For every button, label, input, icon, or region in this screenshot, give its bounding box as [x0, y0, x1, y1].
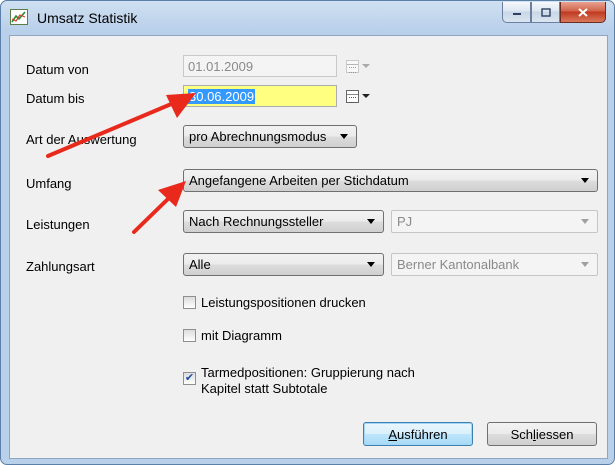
- minimize-icon: [512, 13, 521, 15]
- calendar-icon: [346, 89, 359, 103]
- zahlungsart-secondary-dropdown: Berner Kantonalbank: [391, 253, 598, 276]
- title-bar[interactable]: Umsatz Statistik: [1, 1, 614, 35]
- ausfuehren-label: usführen: [397, 427, 448, 442]
- diagramm-label: mit Diagramm: [201, 328, 282, 343]
- maximize-button[interactable]: [531, 2, 560, 23]
- checkbox-box[interactable]: [183, 296, 196, 309]
- dropdown-arrow-icon: [581, 219, 589, 224]
- dropdown-arrow-icon: [362, 94, 370, 98]
- leistungspositionen-checkbox[interactable]: Leistungspositionen drucken: [183, 295, 366, 310]
- schliessen-label-pre: Sch: [510, 427, 533, 442]
- tarmed-label-line1: Tarmedpositionen: Gruppierung nach: [201, 365, 415, 380]
- ausfuehren-accel: A: [388, 427, 398, 442]
- tarmed-checkbox[interactable]: ✔ Tarmedpositionen: Gruppierung nach Kap…: [183, 365, 415, 397]
- close-icon: [578, 7, 588, 17]
- dialog-content: Datum von 01.01.2009 Datum bis 30.06.200…: [9, 35, 608, 459]
- zahlungsart-value: Alle: [189, 257, 211, 272]
- close-button[interactable]: [560, 2, 606, 23]
- window-title: Umsatz Statistik: [37, 10, 138, 26]
- dropdown-arrow-icon: [367, 262, 375, 267]
- umfang-value: Angefangene Arbeiten per Stichdatum: [189, 173, 409, 188]
- dialog-window: Umsatz Statistik Datum von 01.01.2009 Da…: [0, 0, 615, 465]
- art-der-auswertung-value: pro Abrechnungsmodus: [189, 129, 327, 144]
- dropdown-arrow-icon: [362, 64, 370, 68]
- zahlungsart-dropdown[interactable]: Alle: [183, 253, 384, 276]
- datum-von-calendar-button: [342, 55, 374, 77]
- dropdown-arrow-icon: [581, 178, 589, 183]
- leistungen-secondary-dropdown: PJ: [391, 210, 598, 233]
- tarmed-label-line2: Kapitel statt Subtotale: [201, 381, 328, 396]
- datum-bis-field[interactable]: 30.06.2009: [183, 85, 337, 107]
- ausfuehren-button[interactable]: Ausführen: [363, 422, 473, 446]
- datum-bis-calendar-button[interactable]: [342, 85, 374, 107]
- tarmed-label: Tarmedpositionen: Gruppierung nach Kapit…: [201, 365, 415, 397]
- datum-bis-label: Datum bis: [26, 91, 85, 106]
- dropdown-arrow-icon: [340, 134, 348, 139]
- chart-icon: [10, 9, 28, 25]
- datum-von-field: 01.01.2009: [183, 55, 337, 77]
- schliessen-label: iessen: [535, 427, 574, 442]
- checkmark-icon[interactable]: ✔: [183, 372, 196, 385]
- leistungen-value: Nach Rechnungssteller: [189, 214, 324, 229]
- leistungen-dropdown[interactable]: Nach Rechnungssteller: [183, 210, 384, 233]
- minimize-button[interactable]: [502, 2, 531, 23]
- dropdown-arrow-icon: [581, 262, 589, 267]
- caption-buttons: [502, 2, 606, 24]
- datum-von-label: Datum von: [26, 62, 89, 77]
- leistungen-secondary-value: PJ: [397, 214, 413, 229]
- checkbox-box[interactable]: [183, 329, 196, 342]
- diagramm-checkbox[interactable]: mit Diagramm: [183, 328, 282, 343]
- calendar-icon: [346, 59, 359, 73]
- umfang-dropdown[interactable]: Angefangene Arbeiten per Stichdatum: [183, 169, 598, 192]
- maximize-icon: [540, 7, 551, 17]
- art-der-auswertung-label: Art der Auswertung: [26, 132, 137, 147]
- zahlungsart-label: Zahlungsart: [26, 259, 95, 274]
- umfang-label: Umfang: [26, 176, 72, 191]
- leistungspositionen-label: Leistungspositionen drucken: [201, 295, 366, 310]
- leistungen-label: Leistungen: [26, 217, 90, 232]
- schliessen-button[interactable]: Schliessen: [487, 422, 597, 446]
- art-der-auswertung-dropdown[interactable]: pro Abrechnungsmodus: [183, 125, 357, 148]
- zahlungsart-secondary-value: Berner Kantonalbank: [397, 257, 520, 272]
- datum-bis-value: 30.06.2009: [188, 89, 256, 104]
- dropdown-arrow-icon: [367, 219, 375, 224]
